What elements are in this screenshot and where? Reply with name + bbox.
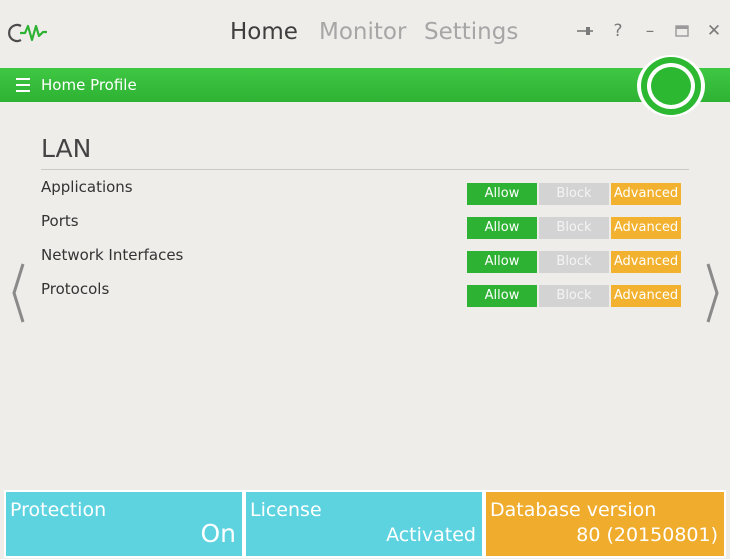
row-label-network-interfaces: Network Interfaces	[41, 246, 184, 264]
pin-icon	[577, 27, 593, 35]
protocols-allow-button[interactable]: Allow	[467, 285, 537, 307]
help-button[interactable]: ?	[605, 18, 631, 44]
maximize-button[interactable]	[669, 18, 695, 44]
network-interfaces-allow-button[interactable]: Allow	[467, 251, 537, 273]
maximize-icon	[675, 25, 689, 37]
protection-title: Protection	[10, 499, 107, 521]
ports-block-button[interactable]: Block	[539, 217, 609, 239]
applications-allow-button[interactable]: Allow	[467, 183, 537, 205]
next-page-chevron-icon[interactable]	[705, 262, 721, 324]
tab-settings[interactable]: Settings	[424, 14, 518, 50]
previous-page-chevron-icon[interactable]	[10, 262, 26, 324]
section-divider	[41, 169, 689, 170]
hamburger-menu-icon[interactable]	[16, 78, 30, 92]
database-version-value: 80 (20150801)	[576, 524, 718, 546]
tab-home[interactable]: Home	[230, 14, 298, 50]
license-tile[interactable]: License Activated	[244, 490, 484, 558]
row-label-applications: Applications	[41, 178, 133, 196]
network-interfaces-block-button[interactable]: Block	[539, 251, 609, 273]
profile-bar: Home Profile	[0, 68, 730, 102]
database-version-title: Database version	[490, 499, 657, 521]
close-button[interactable]: ✕	[701, 18, 727, 44]
ports-advanced-button[interactable]: Advanced	[611, 217, 681, 239]
minimize-button[interactable]: –	[637, 18, 663, 44]
network-interfaces-advanced-button[interactable]: Advanced	[611, 251, 681, 273]
applications-advanced-button[interactable]: Advanced	[611, 183, 681, 205]
tab-monitor[interactable]: Monitor	[319, 14, 406, 50]
database-version-tile[interactable]: Database version 80 (20150801)	[484, 490, 726, 558]
protection-value: On	[200, 519, 236, 548]
protection-tile[interactable]: Protection On	[4, 490, 244, 558]
app-window: Home Monitor Settings ? – ✕ Home Profile	[0, 0, 730, 559]
title-bar: Home Monitor Settings ? – ✕	[0, 0, 730, 66]
ports-allow-button[interactable]: Allow	[467, 217, 537, 239]
section-title: LAN	[41, 134, 92, 163]
status-ring-icon[interactable]	[637, 55, 705, 117]
protocols-block-button[interactable]: Block	[539, 285, 609, 307]
row-label-protocols: Protocols	[41, 280, 110, 298]
pin-button[interactable]	[572, 18, 598, 44]
glasswire-logo-icon	[8, 23, 47, 43]
license-value: Activated	[386, 524, 476, 546]
protocols-advanced-button[interactable]: Advanced	[611, 285, 681, 307]
license-title: License	[250, 499, 322, 521]
applications-block-button[interactable]: Block	[539, 183, 609, 205]
profile-name[interactable]: Home Profile	[41, 68, 137, 102]
row-label-ports: Ports	[41, 212, 79, 230]
